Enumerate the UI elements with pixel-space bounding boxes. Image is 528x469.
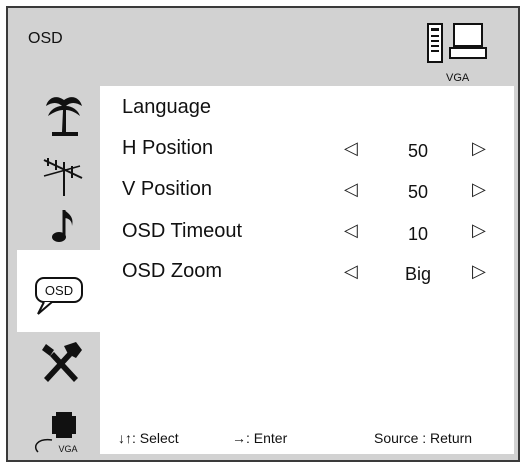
h-position-decrease-arrow-icon[interactable]: ◁ (344, 138, 358, 159)
music-note-icon[interactable] (48, 206, 80, 246)
osd-timeout-increase-arrow-icon[interactable]: ▷ (472, 220, 486, 241)
footer-enter-hint: →: Enter (232, 430, 288, 446)
menu-item-language[interactable]: Language (122, 96, 211, 119)
h-position-value: 50 (407, 141, 429, 161)
antenna-icon[interactable] (40, 156, 86, 198)
osd-zoom-decrease-arrow-icon[interactable]: ◁ (344, 261, 358, 282)
osd-icon-text: OSD (45, 283, 73, 298)
footer-select-hint: ↓↑: Select (118, 430, 179, 446)
osd-timeout-value: 10 (407, 224, 429, 244)
source-label: VGA (446, 72, 470, 84)
osd-title: OSD (28, 30, 63, 47)
menu-item-osd-timeout[interactable]: OSD Timeout (122, 220, 242, 243)
v-position-value: 50 (407, 182, 429, 202)
palm-tree-icon[interactable] (42, 92, 86, 138)
footer-return-hint: Source : Return (374, 430, 473, 446)
osd-speech-icon[interactable]: OSD (32, 270, 92, 320)
osd-timeout-decrease-arrow-icon[interactable]: ◁ (344, 220, 358, 241)
menu-item-h-position[interactable]: H Position (122, 137, 213, 160)
menu-item-osd-zoom[interactable]: OSD Zoom (122, 260, 222, 283)
v-position-increase-arrow-icon[interactable]: ▷ (472, 179, 486, 200)
vga-icon-text: VGA (58, 444, 77, 454)
v-position-decrease-arrow-icon[interactable]: ◁ (344, 179, 358, 200)
source-pc-icon (427, 23, 487, 63)
tools-icon[interactable] (38, 340, 86, 384)
osd-zoom-value: Big (404, 264, 431, 284)
osd-zoom-increase-arrow-icon[interactable]: ▷ (472, 261, 486, 282)
h-position-increase-arrow-icon[interactable]: ▷ (472, 138, 486, 159)
vga-connector-icon[interactable]: VGA (28, 406, 88, 456)
menu-item-v-position[interactable]: V Position (122, 178, 212, 201)
